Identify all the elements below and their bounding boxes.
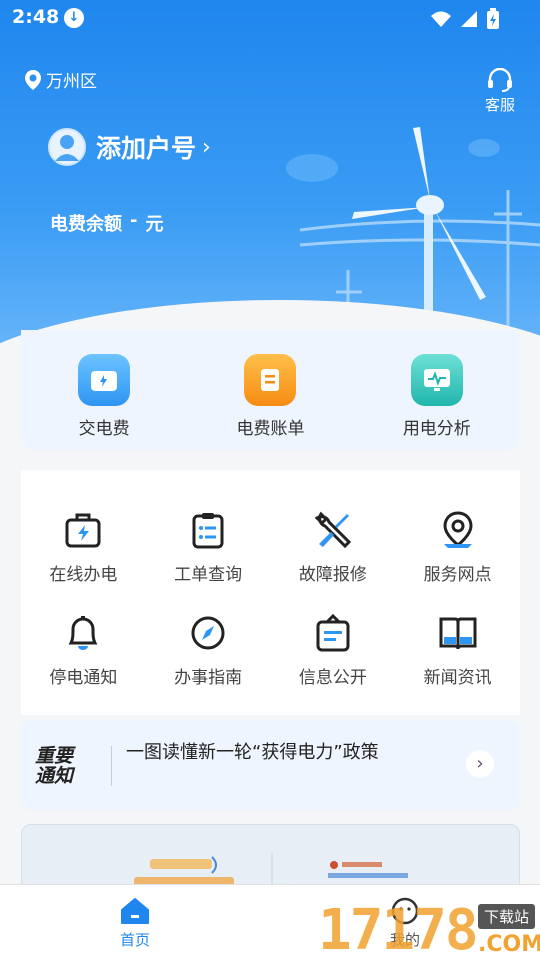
service-label: 信息公开 xyxy=(298,668,367,688)
customer-service-label: 客服 xyxy=(484,96,515,114)
watermark-sub: 下载站 xyxy=(478,904,536,929)
user-icon xyxy=(55,135,79,161)
service-outage-notice[interactable]: 停电通知 xyxy=(21,613,146,688)
service-info-disclosure[interactable]: 信息公开 xyxy=(271,613,396,688)
home-icon xyxy=(121,898,149,924)
service-label: 在线办电 xyxy=(49,565,118,585)
service-online-apply[interactable]: 在线办电 xyxy=(21,510,146,585)
balance-label: 电费余额 xyxy=(50,214,122,235)
service-label: 工单查询 xyxy=(174,565,243,585)
add-account-label: 添加户号 xyxy=(96,134,197,163)
quick-bill[interactable]: 电费账单 xyxy=(210,354,330,450)
service-guide[interactable]: 办事指南 xyxy=(146,613,271,688)
monitor-chart-icon xyxy=(410,354,463,406)
balance-unit: 元 xyxy=(145,214,164,235)
location-selector[interactable]: 万州区 xyxy=(24,67,97,92)
notice-badge-line2: 通知 xyxy=(35,765,74,787)
location-label: 万州区 xyxy=(46,72,97,92)
service-order-query[interactable]: 工单查询 xyxy=(146,510,271,585)
watermark-com: .COM xyxy=(478,932,540,957)
services-grid: 在线办电 工单查询 故障报修 服务网点 停电通知 办事指南 信息公开 新闻资讯 xyxy=(21,510,520,688)
map-pin-icon xyxy=(443,511,473,548)
compass-icon xyxy=(191,616,225,650)
important-notice-badge: 重要 通知 xyxy=(35,746,91,786)
quick-bill-label: 电费账单 xyxy=(236,419,305,439)
briefcase-bolt-icon xyxy=(65,513,101,548)
status-icons xyxy=(430,8,500,30)
tab-home[interactable]: 首页 xyxy=(95,897,175,950)
location-pin-icon xyxy=(25,69,41,90)
chevron-right-icon: › xyxy=(202,134,211,160)
service-news[interactable]: 新闻资讯 xyxy=(395,613,520,688)
notice-text: 一图读懂新一轮“获得电力”政策 xyxy=(126,742,379,763)
service-label: 服务网点 xyxy=(423,565,492,585)
balance-row: 电费余额 - 元 xyxy=(50,210,163,236)
wifi-icon xyxy=(431,11,451,27)
service-label: 新闻资讯 xyxy=(423,668,492,688)
battery-icon xyxy=(487,8,499,29)
customer-service-button[interactable]: 客服 xyxy=(480,68,520,115)
tab-home-label: 首页 xyxy=(119,931,150,949)
wallet-bolt-icon xyxy=(78,354,131,406)
avatar xyxy=(48,128,86,166)
service-label: 故障报修 xyxy=(298,565,367,585)
quick-actions-card: 交电费 电费账单 用电分析 xyxy=(21,330,520,450)
download-icon: ↓ xyxy=(64,8,84,28)
quick-analysis-label: 用电分析 xyxy=(402,419,471,439)
add-account-button[interactable]: 添加户号 › xyxy=(48,128,211,166)
clipboard-list-icon xyxy=(192,513,224,549)
important-notice-bar[interactable]: 重要 通知 一图读懂新一轮“获得电力”政策 › xyxy=(21,720,520,810)
signal-icon xyxy=(461,11,477,27)
quick-usage-analysis[interactable]: 用电分析 xyxy=(377,354,497,450)
chevron-right-icon[interactable]: › xyxy=(466,750,494,778)
service-outlets[interactable]: 服务网点 xyxy=(395,510,520,585)
open-book-icon xyxy=(439,617,477,650)
notice-badge-line1: 重要 xyxy=(35,745,74,767)
status-bar: 2:48 ↓ xyxy=(0,0,540,36)
wrench-screwdriver-icon xyxy=(314,511,351,549)
hero-banner xyxy=(0,0,540,380)
service-label: 办事指南 xyxy=(174,668,243,688)
notice-divider xyxy=(111,746,112,786)
status-time: 2:48 xyxy=(12,6,60,28)
notice-board-icon xyxy=(316,613,350,652)
balance-value: - xyxy=(130,210,138,231)
service-fault-repair[interactable]: 故障报修 xyxy=(271,510,396,585)
quick-pay-label: 交电费 xyxy=(78,419,130,439)
bell-icon xyxy=(68,616,98,650)
services-panel: 在线办电 工单查询 故障报修 服务网点 停电通知 办事指南 信息公开 新闻资讯 xyxy=(21,470,520,715)
bill-icon xyxy=(244,354,297,406)
watermark-number: 17178 xyxy=(318,898,479,960)
quick-pay-electricity[interactable]: 交电费 xyxy=(44,354,164,450)
headset-icon xyxy=(488,68,512,92)
service-label: 停电通知 xyxy=(49,668,118,688)
